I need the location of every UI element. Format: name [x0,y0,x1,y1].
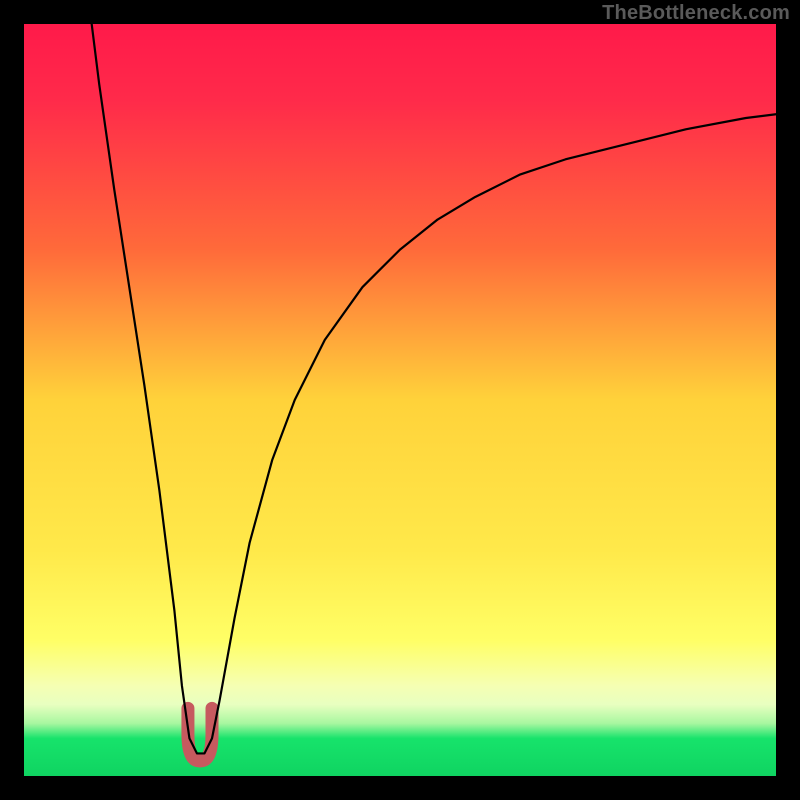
chart-frame: TheBottleneck.com [0,0,800,800]
plot-area [24,24,776,776]
chart-svg [24,24,776,776]
watermark-text: TheBottleneck.com [602,2,790,25]
gradient-background [24,24,776,776]
